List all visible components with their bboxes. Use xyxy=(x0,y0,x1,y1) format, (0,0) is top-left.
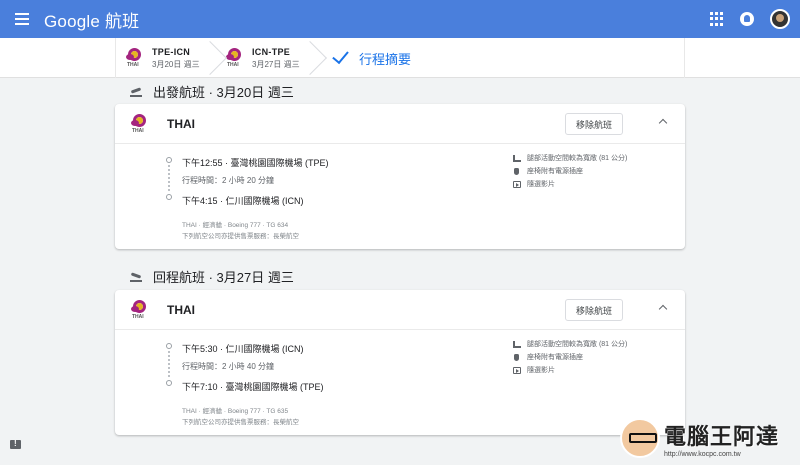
flight-details: THAI · 經濟艙 · Boeing 777 · TG 634 xyxy=(182,222,289,229)
outbound-heading: 出發航班 · 3月20日 週三 xyxy=(130,82,294,101)
app-title[interactable]: Google 航班 xyxy=(44,7,139,32)
card-header[interactable]: THAI THAI 移除航班 xyxy=(115,290,685,330)
return-heading-text: 回程航班 · 3月27日 週三 xyxy=(153,270,294,285)
arrival-time: 下午7:10 · 臺灣桃園國際機場 (TPE) xyxy=(182,382,324,392)
step-summary: 行程摘要 xyxy=(316,38,411,78)
watermark: 電腦王阿達 http://www.kocpc.com.tw xyxy=(620,418,779,458)
power-icon xyxy=(514,353,519,361)
timeline xyxy=(166,343,172,386)
timeline xyxy=(166,157,172,200)
avatar[interactable] xyxy=(770,9,790,29)
sold-by: 下列航空公司亦提供售票服務：長榮航空 xyxy=(182,419,299,426)
return-flight-card: THAI THAI 移除航班 下午5:30 · 仁川國際機場 (ICN) 行程時… xyxy=(115,290,685,435)
watermark-url: http://www.kocpc.com.tw xyxy=(664,450,741,458)
remove-flight-button[interactable]: 移除航班 xyxy=(565,299,623,321)
video-icon xyxy=(513,366,521,374)
outbound-heading-text: 出發航班 · 3月20日 週三 xyxy=(153,85,294,100)
sold-by: 下列航空公司亦提供售票服務：長榮航空 xyxy=(182,233,299,240)
card-header[interactable]: THAI THAI 移除航班 xyxy=(115,104,685,144)
step-summary-label: 行程摘要 xyxy=(359,51,412,67)
amenity-power: 座椅附有電源插座 xyxy=(513,166,583,176)
step-route: ICN-TPE xyxy=(252,46,291,57)
step-route: TPE-ICN xyxy=(152,46,191,57)
airline-name: THAI xyxy=(167,116,195,131)
flight-duration: 行程時間：2 小時 40 分鐘 xyxy=(182,362,275,371)
notifications-icon[interactable] xyxy=(740,12,754,26)
steps-bar: THAI TPE-ICN 3月20日 週三 THAI ICN-TPE 3月27日… xyxy=(0,38,800,78)
legroom-icon xyxy=(513,154,521,162)
arrival-time: 下午4:15 · 仁川國際機場 (ICN) xyxy=(182,196,304,206)
app-bar: Google 航班 xyxy=(0,0,800,38)
amenity-video: 隨選影片 xyxy=(513,179,555,189)
apps-icon[interactable] xyxy=(710,12,724,26)
card-body: 下午12:55 · 臺灣桃園國際機場 (TPE) 行程時間：2 小時 20 分鐘… xyxy=(115,144,685,249)
card-body: 下午5:30 · 仁川國際機場 (ICN) 行程時間：2 小時 40 分鐘 下午… xyxy=(115,330,685,435)
airline-name: THAI xyxy=(167,302,195,317)
thai-logo-icon: THAI xyxy=(129,113,151,135)
chevron-up-icon[interactable] xyxy=(658,304,668,314)
step-return[interactable]: THAI ICN-TPE 3月27日 週三 xyxy=(216,38,316,78)
departure-time: 下午12:55 · 臺灣桃園國際機場 (TPE) xyxy=(182,158,329,168)
amenity-video: 隨選影片 xyxy=(513,365,555,375)
thai-logo-icon: THAI xyxy=(124,47,146,69)
remove-flight-button[interactable]: 移除航班 xyxy=(565,113,623,135)
thai-logo-icon: THAI xyxy=(224,47,246,69)
chevron-up-icon[interactable] xyxy=(658,118,668,128)
amenity-power: 座椅附有電源插座 xyxy=(513,352,583,362)
power-icon xyxy=(514,167,519,175)
step-date: 3月20日 週三 xyxy=(152,59,200,69)
outbound-flight-card: THAI THAI 移除航班 下午12:55 · 臺灣桃園國際機場 (TPE) … xyxy=(115,104,685,249)
video-icon xyxy=(513,180,521,188)
departure-time: 下午5:30 · 仁川國際機場 (ICN) xyxy=(182,344,304,354)
amenity-legroom: 腿部活動空間較為寬敞 (81 公分) xyxy=(513,339,627,349)
watermark-title: 電腦王阿達 xyxy=(664,423,780,449)
feedback-icon[interactable] xyxy=(10,439,21,449)
return-heading: 回程航班 · 3月27日 週三 xyxy=(130,267,294,286)
legroom-icon xyxy=(513,340,521,348)
step-outbound[interactable]: THAI TPE-ICN 3月20日 週三 xyxy=(116,38,216,78)
amenity-legroom: 腿部活動空間較為寬敞 (81 公分) xyxy=(513,153,627,163)
menu-icon[interactable] xyxy=(12,9,32,29)
appbar-actions xyxy=(710,0,790,38)
breadcrumb: THAI TPE-ICN 3月20日 週三 THAI ICN-TPE 3月27日… xyxy=(115,38,685,78)
thai-logo-icon: THAI xyxy=(129,299,151,321)
step-date: 3月27日 週三 xyxy=(252,59,300,69)
landing-icon xyxy=(130,271,142,282)
check-icon xyxy=(332,46,349,65)
flight-details: THAI · 經濟艙 · Boeing 777 · TG 635 xyxy=(182,408,289,415)
watermark-face-icon xyxy=(620,418,660,458)
takeoff-icon xyxy=(130,86,142,97)
flight-duration: 行程時間：2 小時 20 分鐘 xyxy=(182,176,275,185)
